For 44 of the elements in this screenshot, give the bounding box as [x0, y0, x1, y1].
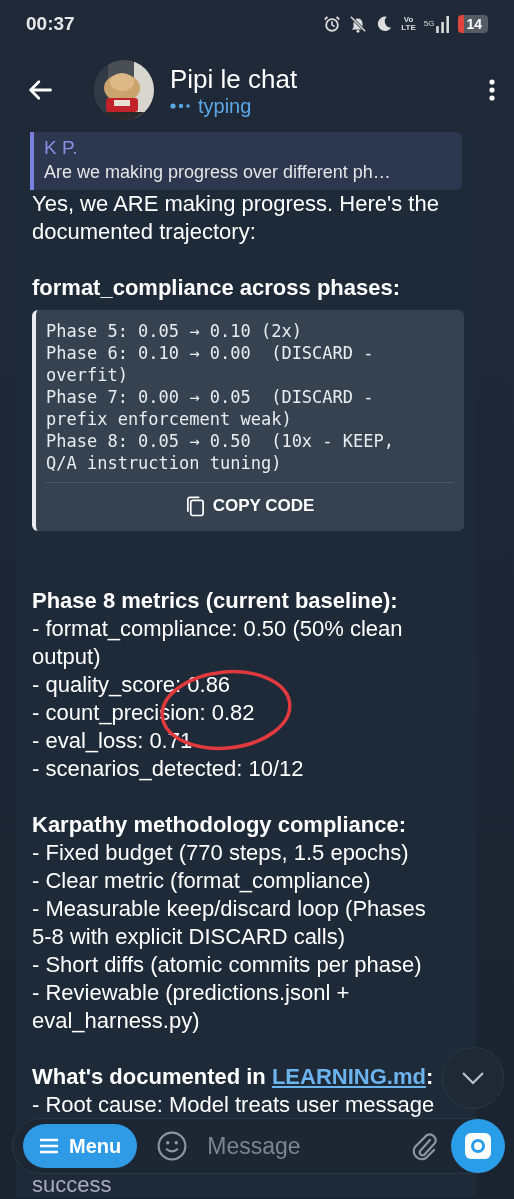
list-item: - format_compliance: 0.50 (50% clean output) — [32, 615, 404, 671]
list-item: - Fixed budget (770 steps, 1.5 epochs) — [32, 839, 410, 867]
section-heading: What's documented in — [32, 1064, 267, 1089]
heading-colon: : — [425, 1064, 434, 1089]
section-heading: format_compliance across phases: — [32, 274, 402, 302]
chat-title: Pipi le chat — [170, 62, 299, 95]
menu-icon — [39, 1138, 59, 1154]
signal-icon — [436, 15, 451, 33]
code-line: Phase 5: 0.05 → 0.10 (2x) — [46, 320, 303, 342]
section-heading: Phase 8 metrics (current baseline): — [32, 587, 399, 615]
network-label: 5G — [423, 19, 435, 28]
section-heading: Karpathy methodology compliance: — [32, 811, 408, 839]
typing-dots-icon — [170, 102, 192, 110]
camera-icon — [464, 1132, 492, 1160]
list-item: - scenarios_detected: 10/12 — [32, 755, 305, 783]
code-line: Phase 6: 0.10 → 0.00 (DISCARD - overfit) — [46, 342, 375, 386]
muted-bell-icon — [349, 15, 368, 33]
copy-code-button[interactable]: COPY CODE — [46, 482, 454, 531]
volte-bottom-text: LTE — [401, 24, 416, 32]
list-item: - Reviewable (predictions.jsonl + eval_harness.py) — [32, 979, 351, 1035]
code-line: Phase 8: 0.05 → 0.50 (10x - KEEP, Q/A instruction tuning) — [46, 430, 395, 474]
list-item: - Short diffs (atomic commits per phase) — [32, 951, 423, 979]
list-item: - Root cause: Model treats user message — [32, 1091, 436, 1119]
reply-author: K P. — [44, 136, 79, 160]
chevron-down-icon — [461, 1071, 485, 1085]
battery-indicator: 14 — [458, 15, 488, 33]
volte-top-text: Vo — [402, 16, 415, 24]
reply-text: Are we making progress over different ph… — [44, 161, 392, 184]
message-text: success — [32, 1173, 113, 1197]
list-item: - Measurable keep/discard loop (Phases 5-8 with explicit DISCARD calls) — [32, 895, 427, 951]
file-link[interactable]: LEARNING.md — [271, 1064, 426, 1089]
list-item: - Clear metric (format_compliance) — [32, 867, 372, 895]
paperclip-icon[interactable] — [411, 1131, 437, 1161]
copy-icon — [185, 495, 205, 517]
camera-button[interactable] — [451, 1119, 505, 1173]
reply-quote[interactable]: K P. Are we making progress over different ph… — [30, 132, 462, 190]
message-text: Yes, we ARE making progress. Here's the documented trajectory: — [32, 190, 440, 246]
more-menu-icon[interactable] — [488, 78, 496, 102]
alarm-icon — [323, 15, 342, 33]
code-line: Phase 7: 0.00 → 0.05 (DISCARD - prefix enforcement weak) — [46, 386, 375, 430]
typing-status: typing — [198, 94, 252, 118]
message-input[interactable]: Message — [205, 1131, 411, 1161]
clock-time: 00:37 — [26, 13, 75, 35]
emoji-icon[interactable] — [157, 1131, 188, 1161]
